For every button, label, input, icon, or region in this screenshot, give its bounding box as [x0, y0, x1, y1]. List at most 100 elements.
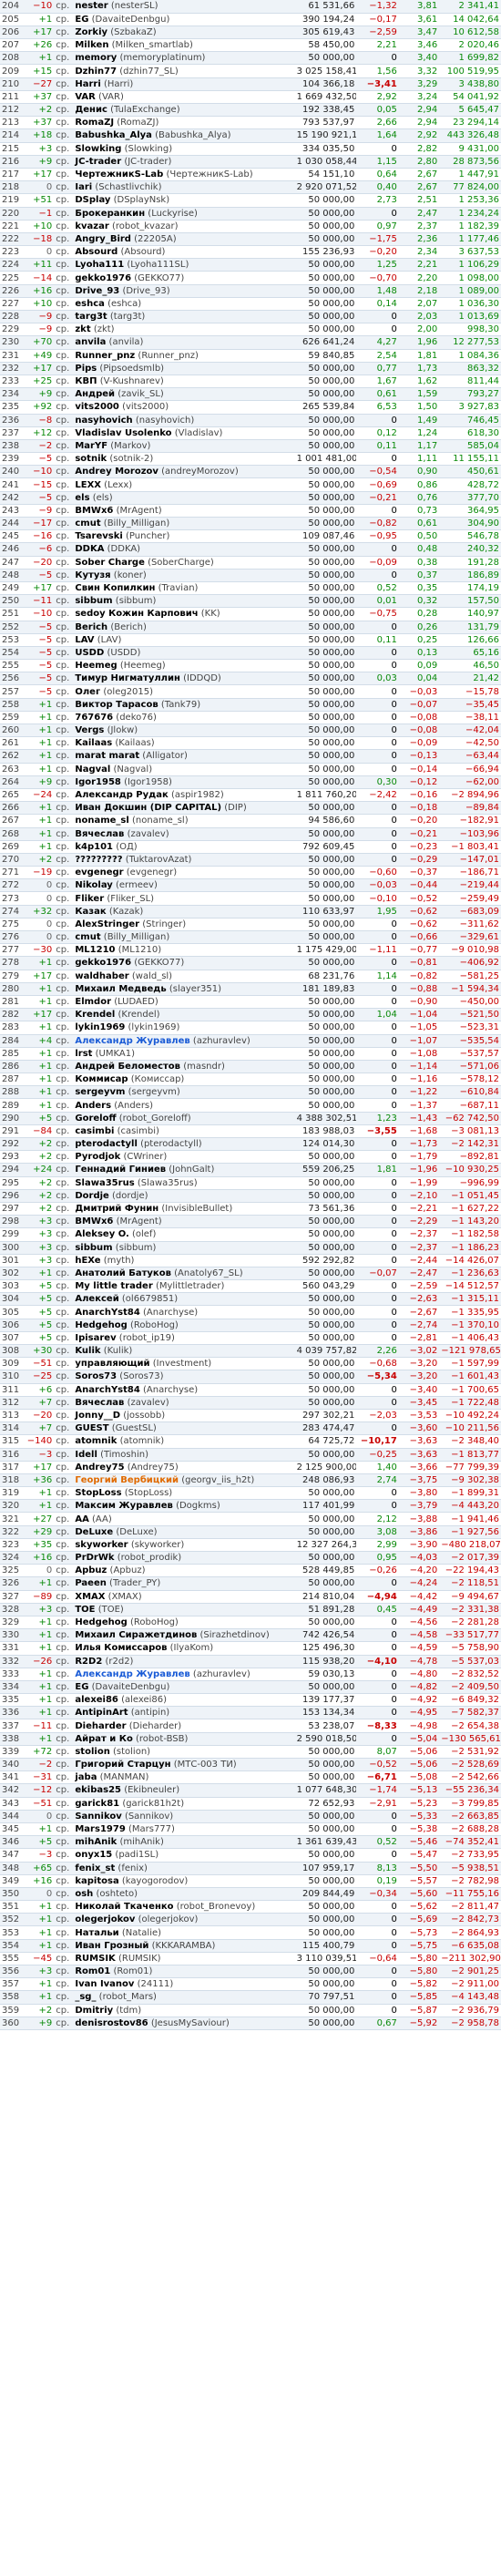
participant-name-link[interactable]: Paeen	[75, 1578, 107, 1588]
participant-name-link[interactable]: Runner_pnz	[75, 351, 135, 361]
participant-name-link[interactable]: Dzhin77	[75, 67, 117, 77]
participant-name-link[interactable]: noname_sl	[75, 816, 128, 826]
participant-name-link[interactable]: marat marat	[75, 751, 139, 761]
participant-name-link[interactable]: USDD	[75, 648, 104, 658]
participant-name-link[interactable]: Sannikov	[75, 1811, 121, 1822]
participant-name-link[interactable]: КВП	[75, 376, 97, 386]
participant-name-link[interactable]: Hedgehog	[75, 1617, 127, 1627]
participant-name-link[interactable]: Михаил Медведь	[75, 984, 166, 994]
participant-name-link[interactable]: Drive_93	[75, 286, 119, 296]
participant-name-link[interactable]: DDKA	[75, 544, 104, 554]
participant-name-link[interactable]: AA	[75, 1514, 88, 1524]
participant-name-link[interactable]: RomaZJ	[75, 118, 114, 128]
participant-name-link[interactable]: Иван Докшин (DIP CAPITAL)	[75, 803, 221, 813]
participant-name-link[interactable]: TOE	[75, 1605, 95, 1615]
participant-name-link[interactable]: Igor1958	[75, 777, 121, 787]
participant-name-link[interactable]: waldhaber	[75, 971, 128, 981]
participant-name-link[interactable]: _sg_	[75, 1992, 96, 2002]
participant-name-link[interactable]: Angry_Bird	[75, 234, 131, 244]
participant-name-link[interactable]: Anders	[75, 1101, 111, 1111]
participant-name-link[interactable]: 767676	[75, 713, 113, 723]
participant-name-link[interactable]: Kailaas	[75, 738, 112, 748]
participant-name-link[interactable]: Andrey Morozov	[75, 467, 158, 477]
participant-name-link[interactable]: nasyhovich	[75, 416, 132, 426]
participant-name-link[interactable]: Георгий Вербицкий	[75, 1475, 179, 1485]
participant-name-link[interactable]: jaba	[75, 1772, 97, 1782]
participant-name-link[interactable]: Elmdor	[75, 997, 111, 1007]
participant-name-link[interactable]: Hedgehog	[75, 1320, 127, 1330]
participant-name-link[interactable]: Tsarevski	[75, 531, 122, 541]
participant-name-link[interactable]: Вячеслав	[75, 1398, 124, 1408]
participant-name-link[interactable]: els	[75, 493, 89, 503]
participant-name-link[interactable]: Dmitriy	[75, 2006, 113, 2016]
participant-name-link[interactable]: sibbum	[75, 596, 112, 606]
participant-name-link[interactable]: Kulik	[75, 1346, 100, 1356]
participant-name-link[interactable]: EG	[75, 1682, 88, 1692]
participant-name-link[interactable]: Алексей	[75, 1294, 118, 1304]
participant-name-link[interactable]: AntipinArt	[75, 1708, 128, 1718]
participant-name-link[interactable]: lykin1969	[75, 1022, 125, 1032]
participant-name-link[interactable]: R2D2	[75, 1657, 102, 1667]
participant-name-link[interactable]: Babushka_Alya	[75, 130, 152, 140]
participant-name-link[interactable]: Максим Журавлев	[75, 1501, 173, 1511]
participant-name-link[interactable]: Slawa35rus	[75, 1178, 134, 1188]
participant-name-link[interactable]: Кутузя	[75, 570, 110, 580]
participant-name-link[interactable]: Diehardеr	[75, 1721, 126, 1731]
participant-name-link[interactable]: pterodactyll	[75, 1139, 138, 1149]
participant-name-link[interactable]: hEXe	[75, 1256, 100, 1266]
participant-name-link[interactable]: MarYF	[75, 441, 107, 451]
participant-name-link[interactable]: memory	[75, 53, 117, 63]
participant-name-link[interactable]: Виктор Тарасов	[75, 700, 158, 710]
participant-name-link[interactable]: Олег	[75, 687, 100, 697]
participant-name-link[interactable]: Илья Комиссаров	[75, 1643, 167, 1653]
participant-name-link[interactable]: Григорий Старцун	[75, 1760, 170, 1770]
participant-name-link[interactable]: anvila	[75, 337, 106, 347]
participant-name-link[interactable]: gekko1976	[75, 958, 131, 968]
participant-name-link[interactable]: evgenegr	[75, 867, 123, 877]
participant-name-link[interactable]: Казак	[75, 907, 106, 917]
participant-name-link[interactable]: Дмитрий Фунин	[75, 1204, 158, 1214]
participant-name-link[interactable]: alexei86	[75, 1695, 118, 1705]
participant-name-link[interactable]: mihAnik	[75, 1837, 117, 1847]
participant-name-link[interactable]: denisrostov86	[75, 2018, 148, 2028]
participant-name-link[interactable]: управляющий	[75, 1359, 149, 1369]
participant-name-link[interactable]: JC-trader	[75, 157, 121, 167]
participant-name-link[interactable]: XMAX	[75, 1592, 105, 1602]
participant-name-link[interactable]: vits2000	[75, 402, 119, 412]
participant-name-link[interactable]: Krendel	[75, 1010, 115, 1020]
participant-name-link[interactable]: Sober Charge	[75, 558, 145, 568]
participant-name-link[interactable]: Ivan Ivanov	[75, 1979, 134, 1989]
participant-name-link[interactable]: cmut	[75, 518, 100, 529]
participant-name-link[interactable]: Goreloff	[75, 1114, 116, 1124]
participant-name-link[interactable]: atomnik	[75, 1436, 117, 1446]
participant-name-link[interactable]: zkt	[75, 324, 90, 334]
participant-name-link[interactable]: onyx15	[75, 1850, 112, 1860]
participant-name-link[interactable]: AnarchYst84	[75, 1308, 139, 1318]
participant-name-link[interactable]: LEXX	[75, 480, 101, 490]
participant-name-link[interactable]: lrst	[75, 1049, 92, 1059]
participant-name-link[interactable]: BMWx6	[75, 506, 113, 516]
participant-name-link[interactable]: LAV	[75, 635, 94, 645]
participant-name-link[interactable]: sotnik	[75, 454, 107, 464]
participant-name-link[interactable]: Анатолий Батуков	[75, 1268, 171, 1278]
participant-name-link[interactable]: Idell	[75, 1450, 97, 1460]
participant-name-link[interactable]: VAR	[75, 92, 96, 102]
participant-name-link[interactable]: garick81	[75, 1799, 119, 1809]
participant-name-link[interactable]: eshca	[75, 299, 105, 309]
participant-name-link[interactable]: BMWx6	[75, 1216, 113, 1226]
participant-name-link[interactable]: Rom01	[75, 1966, 110, 1976]
participant-name-link[interactable]: Mars1979	[75, 1824, 125, 1834]
participant-name-link[interactable]: Тимур Нигматуллин	[75, 673, 180, 683]
participant-name-link[interactable]: Иван Грозный	[75, 1941, 148, 1951]
participant-name-link[interactable]: Slowking	[75, 144, 121, 154]
participant-name-link[interactable]: Николай Ткаченко	[75, 1902, 173, 1912]
participant-name-link[interactable]: Lyoha111	[75, 260, 124, 270]
participant-name-link[interactable]: Vladislav Usolenko	[75, 428, 171, 438]
participant-name-link[interactable]: DeLuxe	[75, 1527, 113, 1537]
participant-name-link[interactable]: osh	[75, 1889, 93, 1899]
participant-name-link[interactable]: Nikolay	[75, 880, 112, 890]
participant-name-link[interactable]: Milken	[75, 40, 108, 50]
participant-name-link[interactable]: Натальи	[75, 1928, 118, 1938]
participant-name-link[interactable]: ekibas25	[75, 1785, 121, 1795]
participant-name-link[interactable]: fenix_st	[75, 1863, 115, 1873]
